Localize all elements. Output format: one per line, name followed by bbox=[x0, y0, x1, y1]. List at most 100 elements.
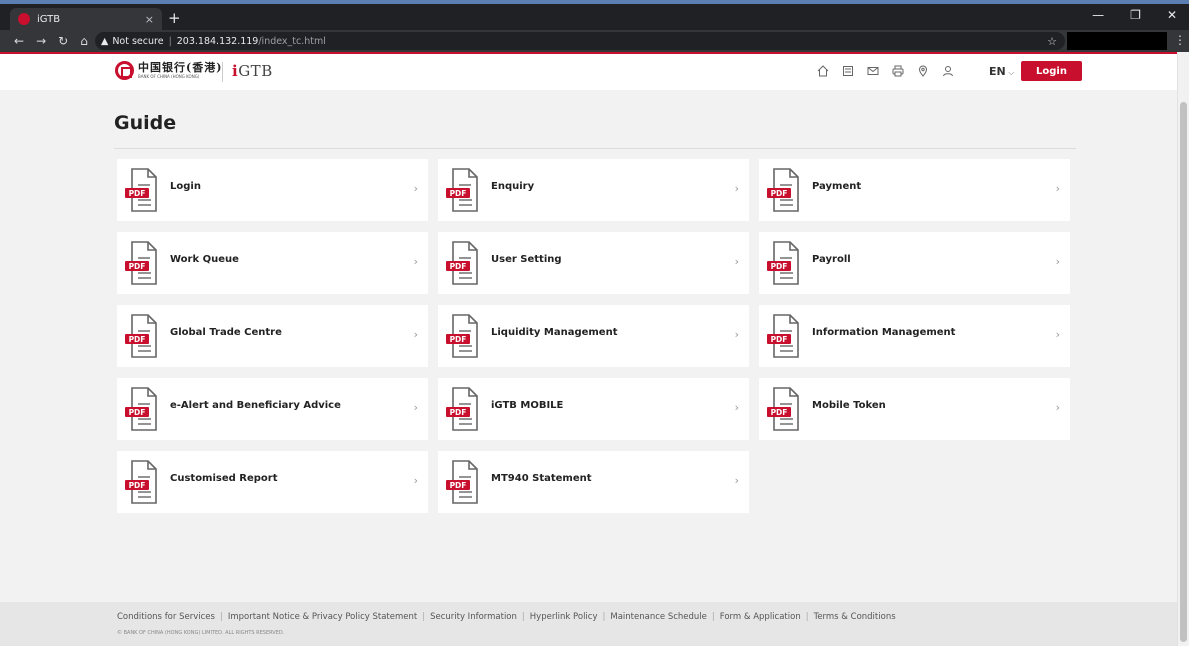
header-icons bbox=[817, 65, 954, 81]
tab-title: iGTB bbox=[37, 13, 61, 25]
pdf-icon: PDF bbox=[125, 387, 157, 431]
address-bar[interactable]: ▲ Not secure | 203.184.132.119/index_tc.… bbox=[95, 32, 1065, 50]
chevron-right-icon: › bbox=[413, 328, 418, 341]
chevron-right-icon: › bbox=[413, 474, 418, 487]
main-content: Guide PDF Login › PDF Enquiry › PDF Payment › PDF… bbox=[0, 90, 1177, 602]
chevron-right-icon: › bbox=[734, 401, 739, 414]
pdf-icon: PDF bbox=[446, 168, 478, 212]
guide-card-label: iGTB MOBILE bbox=[491, 400, 564, 411]
page-title: Guide bbox=[114, 112, 177, 134]
home-icon[interactable]: ⌂ bbox=[80, 34, 88, 48]
guide-card-label: Mobile Token bbox=[812, 400, 886, 411]
chevron-right-icon: › bbox=[413, 401, 418, 414]
new-tab-button[interactable]: + bbox=[168, 9, 181, 27]
restore-icon[interactable]: ❐ bbox=[1130, 8, 1141, 22]
svg-text:PDF: PDF bbox=[129, 408, 146, 417]
guide-card[interactable]: PDF iGTB MOBILE › bbox=[438, 378, 749, 440]
redacted-area bbox=[1067, 32, 1167, 50]
pdf-icon: PDF bbox=[767, 387, 799, 431]
guide-card-label: Payroll bbox=[812, 254, 851, 265]
svg-text:PDF: PDF bbox=[129, 262, 146, 271]
site-header: 中国银行(香港) BANK OF CHINA (HONG KONG) iGTB … bbox=[0, 52, 1177, 90]
chevron-right-icon: › bbox=[1055, 255, 1060, 268]
scrollbar-thumb[interactable] bbox=[1180, 102, 1187, 642]
svg-text:PDF: PDF bbox=[129, 189, 146, 198]
guide-card-label: Work Queue bbox=[170, 254, 239, 265]
guide-card[interactable]: PDF Liquidity Management › bbox=[438, 305, 749, 367]
title-divider bbox=[114, 148, 1076, 149]
print-icon[interactable] bbox=[892, 65, 904, 81]
favicon-icon bbox=[18, 13, 30, 25]
guide-card[interactable]: PDF Work Queue › bbox=[117, 232, 428, 294]
svg-text:PDF: PDF bbox=[450, 481, 467, 490]
bank-name-en: BANK OF CHINA (HONG KONG) bbox=[138, 74, 200, 79]
chevron-right-icon: › bbox=[1055, 328, 1060, 341]
guide-card[interactable]: PDF e-Alert and Beneficiary Advice › bbox=[117, 378, 428, 440]
copyright: © BANK OF CHINA (HONG KONG) LIMITED. ALL… bbox=[117, 630, 285, 636]
tab-close-icon[interactable]: × bbox=[145, 13, 154, 26]
chevron-down-icon: ⌵ bbox=[1005, 68, 1015, 77]
svg-text:PDF: PDF bbox=[450, 335, 467, 344]
guide-card[interactable]: PDF MT940 Statement › bbox=[438, 451, 749, 513]
chevron-right-icon: › bbox=[734, 474, 739, 487]
svg-text:PDF: PDF bbox=[771, 408, 788, 417]
forward-icon[interactable]: → bbox=[36, 34, 46, 48]
minimize-icon[interactable]: — bbox=[1092, 8, 1104, 22]
boc-logo-mark-icon bbox=[115, 61, 134, 80]
guide-card[interactable]: PDF User Setting › bbox=[438, 232, 749, 294]
chevron-right-icon: › bbox=[734, 182, 739, 195]
home-nav-icon[interactable] bbox=[817, 65, 829, 81]
guide-card[interactable]: PDF Global Trade Centre › bbox=[117, 305, 428, 367]
footer-link[interactable]: Maintenance Schedule bbox=[610, 612, 707, 622]
guide-card[interactable]: PDF Customised Report › bbox=[117, 451, 428, 513]
guide-card[interactable]: PDF Enquiry › bbox=[438, 159, 749, 221]
boc-logo[interactable]: 中国银行(香港) BANK OF CHINA (HONG KONG) bbox=[115, 61, 222, 80]
browser-tab-bar: iGTB × + — ❐ ✕ bbox=[0, 0, 1189, 30]
svg-text:PDF: PDF bbox=[450, 189, 467, 198]
back-icon[interactable]: ← bbox=[14, 34, 24, 48]
guide-card[interactable]: PDF Mobile Token › bbox=[759, 378, 1070, 440]
guide-card-label: Customised Report bbox=[170, 473, 278, 484]
svg-text:PDF: PDF bbox=[771, 335, 788, 344]
footer-link[interactable]: Conditions for Services bbox=[117, 612, 215, 622]
footer-link[interactable]: Important Notice & Privacy Policy Statem… bbox=[228, 612, 417, 622]
logo-divider bbox=[222, 62, 223, 82]
window-controls: — ❐ ✕ bbox=[1092, 8, 1177, 22]
bookmark-star-icon[interactable]: ☆ bbox=[1047, 35, 1057, 48]
mail-icon[interactable] bbox=[867, 65, 879, 81]
reload-icon[interactable]: ↻ bbox=[58, 34, 68, 48]
guide-card[interactable]: PDF Login › bbox=[117, 159, 428, 221]
user-icon[interactable] bbox=[942, 65, 954, 81]
calculator-icon[interactable] bbox=[842, 65, 854, 81]
location-icon[interactable] bbox=[917, 65, 929, 81]
pdf-icon: PDF bbox=[125, 460, 157, 504]
browser-toolbar: ← → ↻ ⌂ ▲ Not secure | 203.184.132.119/i… bbox=[0, 30, 1189, 52]
footer-links: Conditions for Services | Important Notice… bbox=[117, 612, 896, 622]
footer-link[interactable]: Hyperlink Policy bbox=[530, 612, 598, 622]
page-scrollbar[interactable] bbox=[1177, 52, 1189, 646]
language-selector[interactable]: EN ⌵ bbox=[989, 65, 1014, 78]
svg-text:PDF: PDF bbox=[450, 262, 467, 271]
login-button[interactable]: Login bbox=[1021, 61, 1082, 81]
close-window-icon[interactable]: ✕ bbox=[1167, 8, 1177, 22]
guide-card-label: Login bbox=[170, 181, 201, 192]
svg-text:PDF: PDF bbox=[771, 262, 788, 271]
guide-card-label: Enquiry bbox=[491, 181, 535, 192]
footer-link[interactable]: Security Information bbox=[430, 612, 517, 622]
footer-link[interactable]: Terms & Conditions bbox=[814, 612, 896, 622]
chevron-right-icon: › bbox=[413, 255, 418, 268]
guide-card[interactable]: PDF Information Management › bbox=[759, 305, 1070, 367]
bank-name-cn: 中国银行(香港) bbox=[138, 61, 223, 74]
pdf-icon: PDF bbox=[125, 168, 157, 212]
pdf-icon: PDF bbox=[446, 241, 478, 285]
guide-card-label: e-Alert and Beneficiary Advice bbox=[170, 400, 341, 411]
browser-tab[interactable]: iGTB × bbox=[10, 8, 162, 30]
browser-menu-icon[interactable]: ⋮ bbox=[1174, 33, 1186, 47]
guide-card[interactable]: PDF Payroll › bbox=[759, 232, 1070, 294]
footer-link[interactable]: Form & Application bbox=[720, 612, 801, 622]
url-host: 203.184.132.119 bbox=[176, 35, 259, 47]
pdf-icon: PDF bbox=[446, 460, 478, 504]
chevron-right-icon: › bbox=[734, 255, 739, 268]
igtb-logo[interactable]: iGTB bbox=[232, 62, 273, 80]
guide-card[interactable]: PDF Payment › bbox=[759, 159, 1070, 221]
